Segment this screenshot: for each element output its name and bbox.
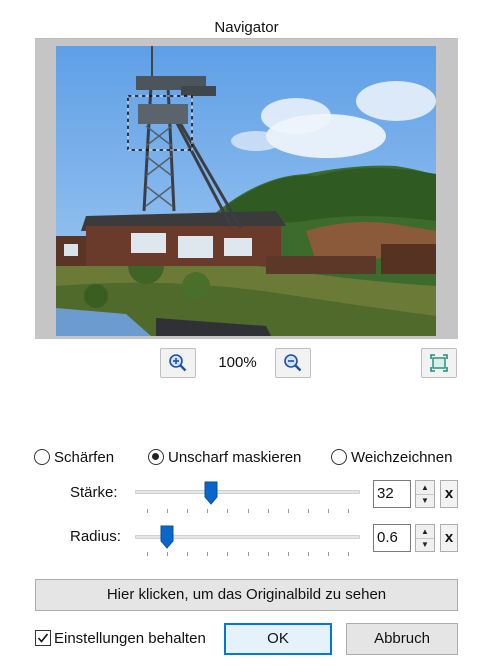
strength-spinner[interactable]: ▲ ▼ — [415, 480, 435, 508]
navigator-title: Navigator — [214, 19, 279, 36]
slider-tick — [227, 509, 229, 513]
keep-settings-label: Einstellungen behalten — [54, 629, 206, 647]
zoom-in-button[interactable] — [160, 348, 196, 378]
navigator-preview-image[interactable] — [56, 46, 436, 336]
slider-tick — [267, 552, 269, 556]
slider-tick — [147, 509, 148, 513]
slider-tick — [307, 509, 309, 513]
keep-settings-checkbox[interactable]: Einstellungen behalten — [35, 627, 206, 649]
radius-slider-thumb[interactable] — [160, 525, 174, 549]
slider-tick — [327, 552, 329, 556]
radio-soften-indicator[interactable] — [331, 449, 347, 465]
slider-tick — [247, 552, 249, 556]
slider-tick — [327, 509, 329, 513]
slider-tick — [348, 509, 349, 513]
strength-down-arrow-icon[interactable]: ▼ — [416, 493, 434, 508]
slider-tick — [167, 552, 169, 556]
ok-button[interactable]: OK — [224, 623, 332, 655]
slider-tick — [207, 509, 209, 513]
keep-settings-checkbox-box[interactable] — [35, 630, 51, 646]
strength-label: Stärke: — [70, 484, 118, 501]
strength-input[interactable]: 32 — [373, 480, 411, 508]
slider-tick — [147, 552, 148, 556]
show-original-button[interactable]: Hier klicken, um das Originalbild zu seh… — [35, 579, 458, 611]
slider-tick — [287, 552, 289, 556]
zoom-level-label: 100% — [218, 354, 257, 371]
slider-tick — [227, 552, 229, 556]
radius-down-arrow-icon[interactable]: ▼ — [416, 537, 434, 552]
cancel-button[interactable]: Abbruch — [346, 623, 458, 655]
radio-sharpen-indicator[interactable] — [34, 449, 50, 465]
fit-to-window-icon — [430, 354, 448, 372]
strength-slider-ticks — [135, 509, 360, 515]
strength-reset-button[interactable]: x — [440, 480, 458, 508]
slider-tick — [187, 552, 189, 556]
radius-label: Radius: — [70, 528, 121, 545]
slider-tick — [267, 509, 269, 513]
slider-tick — [287, 509, 289, 513]
radius-input[interactable]: 0.6 — [373, 524, 411, 552]
radius-up-arrow-icon[interactable]: ▲ — [416, 525, 434, 538]
radio-unsharp-mask-indicator[interactable] — [148, 449, 164, 465]
radio-sharpen-label: Schärfen — [54, 448, 115, 466]
zoom-out-icon — [284, 354, 302, 372]
checkmark-icon — [37, 633, 49, 643]
strength-slider-thumb[interactable] — [204, 481, 218, 505]
radius-reset-button[interactable]: x — [440, 524, 458, 552]
radius-slider-ticks — [135, 552, 360, 558]
slider-tick — [167, 509, 169, 513]
strength-up-arrow-icon[interactable]: ▲ — [416, 481, 434, 494]
radio-soften-label: Weichzeichnen — [351, 448, 453, 466]
radio-soften[interactable]: Weichzeichnen — [331, 446, 452, 468]
radio-unsharp-mask-label: Unscharf maskieren — [168, 448, 302, 466]
slider-tick — [348, 552, 349, 556]
slider-tick — [207, 552, 209, 556]
zoom-in-icon — [169, 354, 187, 372]
zoom-out-button[interactable] — [275, 348, 311, 378]
slider-tick — [187, 509, 189, 513]
slider-tick — [307, 552, 309, 556]
radio-sharpen[interactable]: Schärfen — [34, 446, 114, 468]
slider-tick — [247, 509, 249, 513]
radius-spinner[interactable]: ▲ ▼ — [415, 524, 435, 552]
radio-unsharp-mask[interactable]: Unscharf maskieren — [148, 446, 301, 468]
fit-to-window-button[interactable] — [421, 348, 457, 378]
strength-slider-track[interactable] — [135, 490, 360, 494]
